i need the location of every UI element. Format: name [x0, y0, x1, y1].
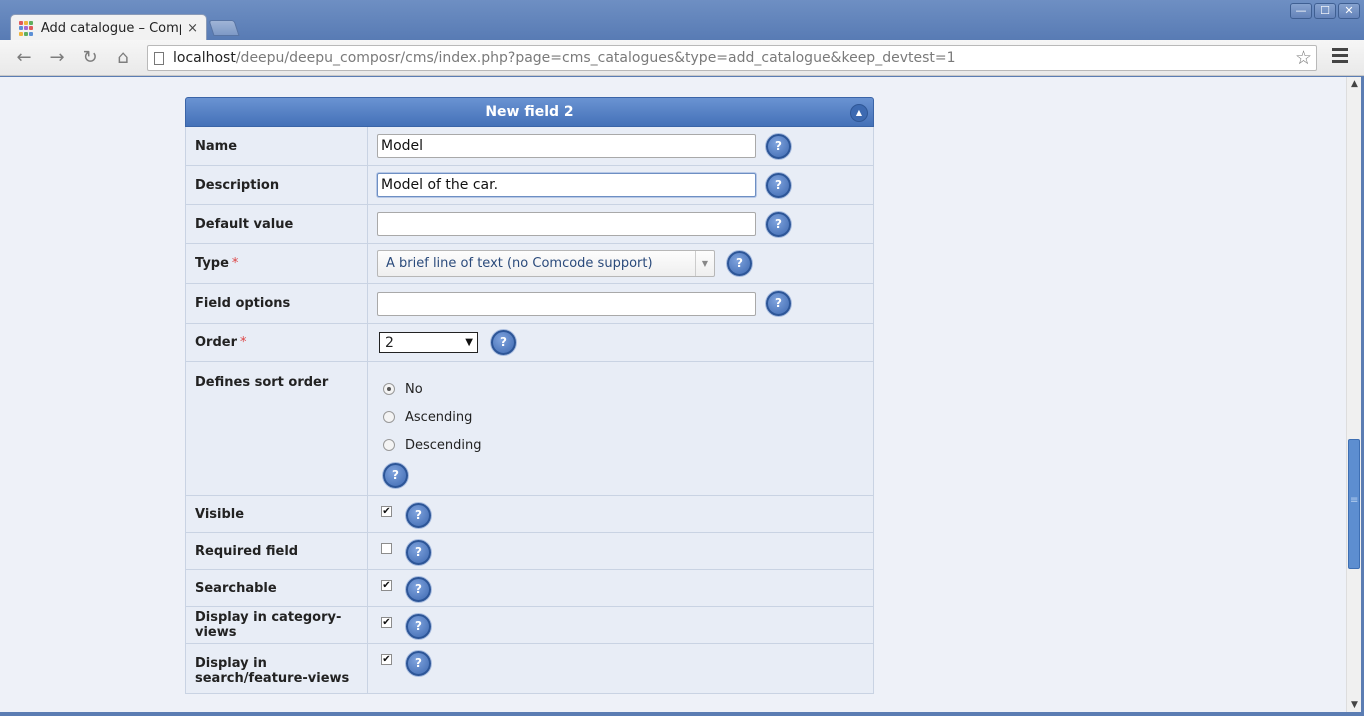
default-value-label: Default value — [186, 205, 368, 243]
description-input[interactable]: Model of the car. — [377, 173, 756, 197]
forward-icon[interactable]: → — [45, 48, 69, 68]
visible-label: Visible — [186, 496, 368, 532]
field-options-label: Field options — [186, 284, 368, 323]
browser-titlebar: Add catalogue – Compo × — ☐ ✕ — [0, 0, 1364, 42]
new-field-panel: New field 2 ▲ Name Model ? Description M… — [185, 97, 874, 694]
new-tab-button[interactable] — [208, 20, 240, 36]
order-row: Order * 2 ▼ ? — [185, 324, 874, 362]
window-bottom-border — [0, 712, 1364, 716]
type-selected-value: A brief line of text (no Comcode support… — [386, 256, 653, 271]
radio-label: No — [405, 381, 423, 397]
required-mark: * — [240, 335, 247, 350]
type-row: Type * A brief line of text (no Comcode s… — [185, 244, 874, 284]
tab-title: Add catalogue – Compo — [40, 21, 182, 36]
radio-button[interactable] — [383, 411, 395, 423]
close-window-button[interactable]: ✕ — [1338, 3, 1360, 19]
help-icon[interactable]: ? — [406, 651, 431, 676]
minimize-button[interactable]: — — [1290, 3, 1312, 19]
field-options-row: Field options ? — [185, 284, 874, 324]
help-icon[interactable]: ? — [491, 330, 516, 355]
name-label: Name — [186, 127, 368, 165]
type-select[interactable]: A brief line of text (no Comcode support… — [377, 250, 715, 277]
category-views-checkbox[interactable]: ✔ — [381, 617, 392, 628]
visible-row: Visible ✔ ? — [185, 496, 874, 533]
name-row: Name Model ? — [185, 127, 874, 166]
help-icon[interactable]: ? — [406, 540, 431, 565]
required-field-checkbox[interactable] — [381, 543, 392, 554]
help-icon[interactable]: ? — [766, 211, 791, 237]
page-icon — [154, 51, 164, 65]
field-options-input[interactable] — [377, 291, 756, 316]
composr-favicon-icon — [19, 20, 35, 37]
sort-order-label: Defines sort order — [186, 362, 368, 495]
type-label: Type * — [186, 244, 368, 283]
category-views-row: Display in category-views ✔ ? — [185, 607, 874, 644]
radio-label: Descending — [405, 437, 482, 453]
help-icon[interactable]: ? — [727, 251, 752, 276]
help-icon[interactable]: ? — [406, 503, 431, 528]
tab-close-icon[interactable]: × — [187, 21, 198, 36]
description-row: Description Model of the car. ? — [185, 166, 874, 205]
category-views-label: Display in category-views — [186, 607, 368, 643]
chevron-down-icon: ▼ — [695, 251, 714, 276]
search-feature-views-checkbox[interactable]: ✔ — [381, 654, 392, 665]
url-host: localhost — [173, 50, 236, 66]
radio-option-descending[interactable]: Descending — [377, 431, 482, 459]
name-input[interactable]: Model — [377, 134, 756, 158]
help-icon[interactable]: ? — [406, 577, 431, 602]
radio-option-ascending[interactable]: Ascending — [377, 403, 482, 431]
sort-order-row: Defines sort order No Ascending Descendi… — [185, 362, 874, 496]
chevron-down-icon: ▼ — [465, 337, 473, 348]
radio-button[interactable] — [383, 383, 395, 395]
radio-option-no[interactable]: No — [377, 375, 482, 403]
required-field-label: Required field — [186, 533, 368, 569]
radio-label: Ascending — [405, 409, 473, 425]
home-icon[interactable]: ⌂ — [111, 48, 135, 68]
searchable-checkbox[interactable]: ✔ — [381, 580, 392, 591]
scrollbar-thumb[interactable] — [1348, 439, 1360, 569]
order-selected-value: 2 — [385, 334, 394, 351]
default-value-row: Default value ? — [185, 205, 874, 244]
address-bar[interactable]: localhost/deepu/deepu_composr/cms/index.… — [147, 45, 1317, 71]
collapse-up-icon[interactable]: ▲ — [850, 104, 868, 122]
help-icon[interactable]: ? — [766, 172, 791, 198]
page-viewport: New field 2 ▲ Name Model ? Description M… — [0, 77, 1346, 712]
url-path: /deepu/deepu_composr/cms/index.php?page=… — [235, 50, 956, 66]
scroll-down-arrow-icon[interactable]: ▼ — [1347, 698, 1362, 712]
type-label-text: Type — [195, 256, 229, 271]
vertical-scrollbar[interactable]: ▲ ▼ — [1346, 77, 1361, 712]
order-label-text: Order — [195, 335, 237, 350]
panel-title: New field 2 — [485, 104, 574, 120]
help-icon[interactable]: ? — [766, 133, 791, 159]
default-value-input[interactable] — [377, 212, 756, 236]
searchable-row: Searchable ✔ ? — [185, 570, 874, 607]
help-icon[interactable]: ? — [406, 614, 431, 639]
reload-icon[interactable]: ↻ — [78, 48, 102, 68]
searchable-label: Searchable — [186, 570, 368, 606]
required-field-row: Required field ? — [185, 533, 874, 570]
back-icon[interactable]: ← — [12, 48, 36, 68]
maximize-button[interactable]: ☐ — [1314, 3, 1336, 19]
browser-toolbar: ← → ↻ ⌂ localhost/deepu/deepu_composr/cm… — [0, 40, 1364, 76]
search-feature-views-label: Display in search/feature-views — [186, 644, 368, 693]
panel-header: New field 2 ▲ — [185, 97, 874, 127]
browser-tab[interactable]: Add catalogue – Compo × — [10, 14, 207, 42]
search-feature-views-row: Display in search/feature-views ✔ ? — [185, 644, 874, 694]
url-text: localhost/deepu/deepu_composr/cms/index.… — [173, 50, 956, 66]
order-select[interactable]: 2 ▼ — [379, 332, 478, 353]
scroll-up-arrow-icon[interactable]: ▲ — [1347, 77, 1362, 91]
browser-menu-icon[interactable] — [1332, 48, 1348, 66]
help-icon[interactable]: ? — [383, 463, 408, 488]
radio-button[interactable] — [383, 439, 395, 451]
description-label: Description — [186, 166, 368, 204]
visible-checkbox[interactable]: ✔ — [381, 506, 392, 517]
order-label: Order * — [186, 324, 368, 361]
help-icon[interactable]: ? — [766, 291, 791, 316]
sort-order-radio-group: No Ascending Descending ? — [377, 362, 482, 488]
required-mark: * — [231, 256, 239, 271]
bookmark-star-icon[interactable]: ☆ — [1295, 47, 1312, 69]
